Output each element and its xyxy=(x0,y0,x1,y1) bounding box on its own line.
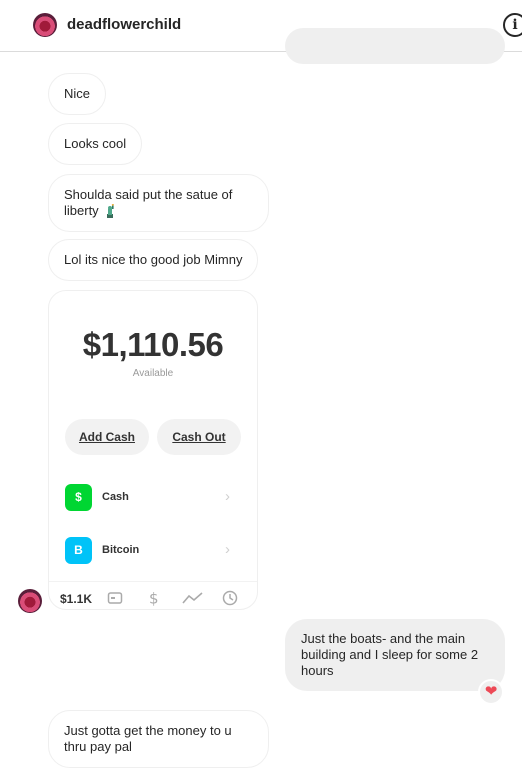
available-label: Available xyxy=(132,368,174,379)
clock-icon xyxy=(222,590,238,606)
incoming-message[interactable]: Lol its nice tho good job Mimny xyxy=(48,239,259,281)
tab-balance-amount: $1.1K xyxy=(60,592,93,606)
message-text: Looks cool xyxy=(64,136,127,151)
contact-avatar[interactable] xyxy=(33,13,57,37)
cash-icon: $ xyxy=(65,484,92,511)
cash-balance: $1,110.56 xyxy=(82,326,224,363)
account-label: Bitcoin xyxy=(102,544,140,556)
info-icon[interactable]: i xyxy=(503,13,522,37)
message-text: Shoulda said put the satue of liberty xyxy=(64,187,233,218)
message-text: Just the boats- and the main building an… xyxy=(301,631,479,678)
activity-chart-icon xyxy=(182,590,204,606)
bitcoin-icon: B xyxy=(65,537,92,564)
cash-app-tab-bar: $1.1K $ xyxy=(49,581,257,609)
incoming-message[interactable]: Looks cool xyxy=(48,123,143,165)
chevron-right-icon: › xyxy=(225,488,230,505)
account-row-bitcoin: B Bitcoin › xyxy=(65,537,245,565)
statue-of-liberty-emoji-icon xyxy=(104,203,116,218)
cash-app-screenshot-card[interactable]: $1,110.56 Available Add Cash Cash Out $ … xyxy=(48,290,258,610)
incoming-message[interactable]: Nice xyxy=(48,73,107,115)
svg-text:$: $ xyxy=(149,590,159,606)
account-row-cash: $ Cash › xyxy=(65,484,245,512)
sender-avatar[interactable] xyxy=(18,589,42,613)
incoming-message[interactable]: Shoulda said put the satue of liberty xyxy=(48,174,269,232)
incoming-message[interactable]: Just gotta get the money to u thru pay p… xyxy=(48,710,269,768)
message-text: Just gotta get the money to u thru pay p… xyxy=(64,723,232,754)
contact-username[interactable]: deadflowerchild xyxy=(67,16,181,33)
message-text: Lol its nice tho good job Mimny xyxy=(64,252,243,267)
message-text: Nice xyxy=(64,86,91,101)
heart-reaction-icon[interactable]: ❤ xyxy=(478,679,504,705)
add-cash-button: Add Cash xyxy=(65,419,149,455)
dollar-icon: $ xyxy=(146,590,162,608)
outgoing-message[interactable]: Just the boats- and the main building an… xyxy=(285,619,505,691)
chevron-right-icon: › xyxy=(225,541,230,558)
previous-outgoing-message xyxy=(285,28,505,64)
account-label: Cash xyxy=(102,491,129,503)
card-icon xyxy=(107,590,123,606)
cash-out-button: Cash Out xyxy=(157,419,241,455)
